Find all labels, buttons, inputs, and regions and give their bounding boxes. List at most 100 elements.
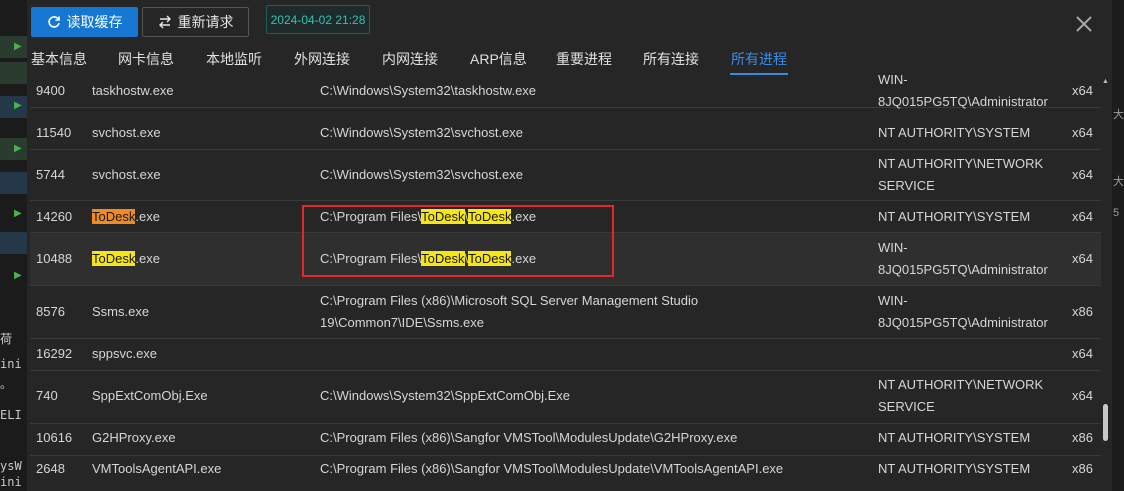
- pid-cell: 5744: [36, 167, 65, 182]
- tab-basic-info[interactable]: 基本信息: [31, 49, 87, 69]
- pid-cell: 14260: [36, 209, 73, 224]
- pid-cell: 8576: [36, 304, 65, 319]
- path-cell: C:\Windows\System32\svchost.exe: [320, 125, 524, 140]
- vertical-scrollbar[interactable]: ▲: [1101, 76, 1110, 491]
- user-cell: NT AUTHORITY\SYSTEM: [878, 430, 1031, 445]
- background-bar: [0, 62, 27, 84]
- read-cache-label: 读取缓存: [66, 14, 123, 30]
- arch-cell: x64: [1072, 83, 1093, 98]
- active-tab-indicator: [730, 73, 788, 75]
- user-cell: NT AUTHORITY\SYSTEM: [878, 209, 1031, 224]
- user-cell: WIN-: [878, 240, 908, 255]
- table-row[interactable]: 10616 G2HProxy.exe C:\Program Files (x86…: [30, 424, 1101, 456]
- name-cell: G2HProxy.exe: [92, 430, 176, 445]
- table-row[interactable]: 2648 VMToolsAgentAPI.exe C:\Program File…: [30, 456, 1101, 487]
- tab-important-processes[interactable]: 重要进程: [556, 49, 612, 69]
- play-icon: ▶: [14, 270, 22, 281]
- user-cell: NT AUTHORITY\SYSTEM: [878, 125, 1031, 140]
- background-text: ini: [0, 357, 22, 371]
- user-cell-line2: 8JQ015PG5TQ\Administrator: [878, 315, 1048, 330]
- tab-all-connections[interactable]: 所有连接: [643, 49, 699, 69]
- background-left-panel: ▶ ▶ ▶ ▶ ▶ 荷 ini 。 ELI ysW ini: [0, 0, 27, 491]
- tab-all-processes[interactable]: 所有进程: [731, 49, 787, 69]
- background-text: 大: [1113, 176, 1124, 188]
- name-cell: svchost.exe: [92, 125, 161, 140]
- play-icon: ▶: [14, 100, 22, 111]
- user-cell: NT AUTHORITY\SYSTEM: [878, 461, 1031, 476]
- arch-cell: x64: [1072, 388, 1093, 403]
- user-cell: WIN-: [878, 293, 908, 308]
- background-text: ini: [0, 475, 22, 489]
- toolbar: 读取缓存 重新请求 2024-04-02 21:28: [27, 0, 1112, 40]
- background-text: 大: [1113, 109, 1124, 121]
- user-cell-line2: 8JQ015PG5TQ\Administrator: [878, 262, 1048, 277]
- name-cell: ToDesk.exe: [92, 209, 160, 224]
- user-cell: NT AUTHORITY\NETWORK: [878, 156, 1044, 171]
- play-icon: ▶: [14, 41, 22, 52]
- pid-cell: 11540: [36, 125, 72, 140]
- tab-internal-connections[interactable]: 内网连接: [382, 49, 438, 69]
- scrollbar-thumb[interactable]: [1103, 404, 1108, 441]
- play-icon: ▶: [14, 143, 22, 154]
- name-cell: Ssms.exe: [92, 304, 150, 319]
- path-cell: C:\Program Files (x86)\Microsoft SQL Ser…: [320, 293, 699, 308]
- tab-nic-info[interactable]: 网卡信息: [118, 49, 174, 69]
- scroll-up-icon[interactable]: ▲: [1102, 78, 1109, 85]
- pid-cell: 2648: [36, 461, 65, 476]
- search-highlight: ToDesk: [92, 209, 136, 224]
- table-row[interactable]: 9400 taskhostw.exe C:\Windows\System32\t…: [30, 72, 1101, 109]
- path-cell: C:\Windows\System32\svchost.exe: [320, 167, 524, 182]
- read-cache-button[interactable]: 读取缓存: [31, 7, 138, 37]
- pid-cell: 9400: [36, 83, 65, 98]
- pid-cell: 740: [36, 388, 58, 403]
- table-row[interactable]: 8576 Ssms.exe C:\Program Files (x86)\Mic…: [30, 286, 1101, 339]
- arch-cell: x64: [1072, 209, 1093, 224]
- path-cell-line2: 19\Common7\IDE\Ssms.exe: [320, 315, 485, 330]
- table-row[interactable]: 5744 svchost.exe C:\Windows\System32\svc…: [30, 150, 1101, 201]
- swap-icon: [158, 15, 171, 29]
- background-text: 荷: [0, 332, 13, 346]
- user-cell: WIN-: [878, 72, 908, 87]
- refresh-icon: [47, 16, 60, 28]
- background-text: 5: [1113, 207, 1120, 219]
- background-text: ysW: [0, 459, 22, 473]
- name-cell: taskhostw.exe: [92, 83, 174, 98]
- pid-cell: 10616: [36, 430, 73, 445]
- arch-cell: x86: [1072, 304, 1093, 319]
- name-cell: SppExtComObj.Exe: [92, 388, 208, 403]
- table-row[interactable]: 16292 sppsvc.exe x64: [30, 339, 1101, 371]
- pid-cell: 16292: [36, 346, 73, 361]
- background-bar: [0, 232, 27, 254]
- tab-arp-info[interactable]: ARP信息: [470, 49, 527, 69]
- re-request-label: 重新请求: [177, 14, 234, 30]
- user-cell-line2: SERVICE: [878, 399, 935, 414]
- re-request-button[interactable]: 重新请求: [142, 7, 249, 37]
- close-icon[interactable]: [1074, 14, 1094, 34]
- table-row[interactable]: 740 SppExtComObj.Exe C:\Windows\System32…: [30, 371, 1101, 424]
- background-right-panel: 大 大 5: [1112, 0, 1124, 491]
- background-text: ELI: [0, 408, 22, 422]
- path-cell: C:\Program Files (x86)\Sangfor VMSTool\M…: [320, 430, 738, 445]
- arch-cell: x64: [1072, 346, 1093, 361]
- arch-cell: x86: [1072, 430, 1093, 445]
- user-cell: NT AUTHORITY\NETWORK: [878, 377, 1044, 392]
- arch-cell: x64: [1072, 125, 1093, 140]
- name-cell: ToDesk.exe: [92, 251, 160, 266]
- tab-local-listen[interactable]: 本地监听: [206, 49, 262, 69]
- path-cell: C:\Windows\System32\taskhostw.exe: [320, 83, 537, 98]
- name-cell: svchost.exe: [92, 167, 161, 182]
- background-bar: [0, 172, 27, 194]
- arch-cell: x64: [1072, 251, 1093, 266]
- arch-cell: x64: [1072, 167, 1093, 182]
- user-cell-line2: SERVICE: [878, 178, 935, 193]
- background-text: 。: [0, 377, 13, 391]
- name-cell: VMToolsAgentAPI.exe: [92, 461, 222, 476]
- path-cell: C:\Windows\System32\SppExtComObj.Exe: [320, 388, 570, 403]
- search-highlight: ToDesk: [92, 251, 136, 266]
- path-cell: C:\Program Files (x86)\Sangfor VMSTool\M…: [320, 461, 784, 476]
- pid-cell: 10488: [36, 251, 73, 266]
- tab-external-connections[interactable]: 外网连接: [294, 49, 350, 69]
- annotation-box: [302, 205, 614, 277]
- timestamp-badge: 2024-04-02 21:28: [266, 5, 370, 34]
- table-row[interactable]: 11540 svchost.exe C:\Windows\System32\sv…: [30, 108, 1101, 150]
